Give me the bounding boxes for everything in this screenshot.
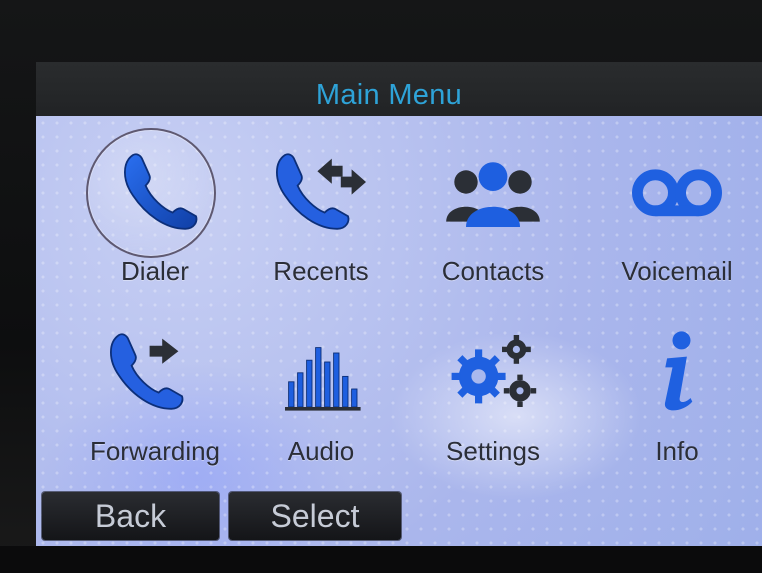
device-bottom-bezel xyxy=(0,546,762,573)
menu-screen: Dialer Recents Contacts Voicemail Forwar… xyxy=(36,116,762,548)
phone-forward-icon xyxy=(85,316,225,426)
menu-item-label: Audio xyxy=(287,436,355,466)
phone-arrows-icon xyxy=(251,136,391,246)
page-title: Main Menu xyxy=(315,79,463,111)
menu-item-info[interactable]: Info xyxy=(592,306,762,476)
menu-item-settings[interactable]: Settings xyxy=(408,306,578,476)
menu-item-label: Settings xyxy=(446,436,540,466)
menu-item-voicemail[interactable]: Voicemail xyxy=(592,126,762,296)
gears-icon xyxy=(423,316,563,426)
info-icon xyxy=(607,316,747,426)
people-group-icon xyxy=(423,136,563,246)
menu-item-recents[interactable]: Recents xyxy=(236,126,406,296)
menu-item-label: Voicemail xyxy=(621,256,733,286)
menu-item-audio[interactable]: Audio xyxy=(236,306,406,476)
menu-item-label: Contacts xyxy=(441,256,545,286)
menu-item-label: Dialer xyxy=(121,256,189,286)
phone-icon xyxy=(90,136,230,246)
menu-item-label: Info xyxy=(655,436,699,466)
equalizer-bars-icon xyxy=(251,316,391,426)
voicemail-icon xyxy=(607,136,747,246)
menu-item-label: Forwarding xyxy=(89,436,221,466)
menu-item-contacts[interactable]: Contacts xyxy=(408,126,578,296)
title-bar: Main Menu xyxy=(36,62,762,117)
menu-item-forwarding[interactable]: Forwarding xyxy=(70,306,240,476)
menu-item-dialer[interactable]: Dialer xyxy=(70,126,240,296)
back-button[interactable]: Back xyxy=(42,492,219,540)
select-button[interactable]: Select xyxy=(229,492,401,540)
menu-item-label: Recents xyxy=(273,256,369,286)
